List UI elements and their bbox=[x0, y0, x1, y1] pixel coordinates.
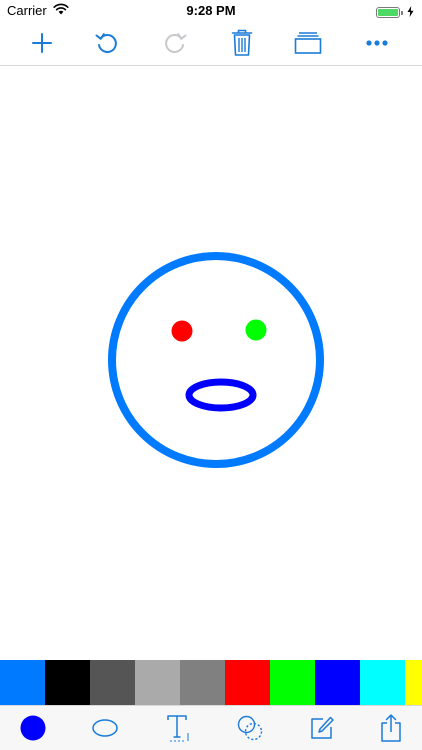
color-swatch-light-gray[interactable] bbox=[135, 660, 180, 705]
battery-level bbox=[378, 9, 398, 16]
more-button[interactable] bbox=[361, 28, 393, 58]
selection-tool-icon bbox=[237, 715, 263, 741]
drawing-canvas[interactable] bbox=[0, 66, 422, 660]
color-swatch-red[interactable] bbox=[225, 660, 270, 705]
status-right bbox=[376, 5, 414, 20]
color-swatch-yellow[interactable] bbox=[405, 660, 422, 705]
charging-bolt-icon bbox=[407, 5, 414, 20]
redo-button[interactable] bbox=[159, 28, 191, 58]
text-tool-icon bbox=[167, 715, 189, 742]
trash-icon bbox=[231, 29, 253, 56]
top-toolbar bbox=[0, 22, 422, 66]
bottom-toolbar bbox=[0, 705, 422, 750]
share-icon bbox=[381, 714, 401, 742]
plus-icon bbox=[32, 33, 52, 53]
status-time: 9:28 PM bbox=[186, 3, 236, 18]
battery-icon bbox=[376, 7, 400, 18]
color-swatch-green[interactable] bbox=[270, 660, 315, 705]
undo-icon bbox=[95, 33, 117, 53]
delete-button[interactable] bbox=[226, 28, 258, 58]
ellipse-tool-icon bbox=[92, 719, 118, 737]
layers-icon bbox=[294, 32, 322, 54]
edit-button[interactable] bbox=[305, 712, 339, 744]
share-button[interactable] bbox=[374, 712, 408, 744]
right-eye[interactable] bbox=[245, 319, 267, 341]
color-swatch-cyan[interactable] bbox=[360, 660, 405, 705]
mouth[interactable] bbox=[185, 378, 257, 412]
selection-tool-button[interactable] bbox=[233, 712, 267, 744]
color-swatch-blue[interactable] bbox=[0, 660, 45, 705]
color-palette bbox=[0, 660, 422, 705]
color-dot-icon bbox=[20, 715, 46, 741]
color-swatch-gray[interactable] bbox=[180, 660, 225, 705]
color-swatch-black[interactable] bbox=[45, 660, 90, 705]
text-tool-button[interactable] bbox=[161, 712, 195, 744]
current-color-button[interactable] bbox=[16, 712, 50, 744]
canvas-drawing bbox=[108, 252, 324, 468]
status-bar: Carrier 9:28 PM bbox=[0, 0, 422, 22]
redo-icon bbox=[165, 33, 187, 53]
left-eye[interactable] bbox=[171, 320, 193, 342]
layers-button[interactable] bbox=[292, 28, 324, 58]
battery-tip bbox=[401, 10, 403, 15]
face-outline[interactable] bbox=[108, 252, 324, 468]
add-button[interactable] bbox=[26, 28, 58, 58]
more-icon bbox=[366, 40, 388, 46]
color-swatch-pure-blue[interactable] bbox=[315, 660, 360, 705]
ellipse-tool-button[interactable] bbox=[88, 712, 122, 744]
undo-button[interactable] bbox=[91, 28, 123, 58]
drawing-app-screen: Carrier 9:28 PM bbox=[0, 0, 422, 750]
edit-icon bbox=[311, 716, 334, 739]
color-swatch-dark-gray[interactable] bbox=[90, 660, 135, 705]
